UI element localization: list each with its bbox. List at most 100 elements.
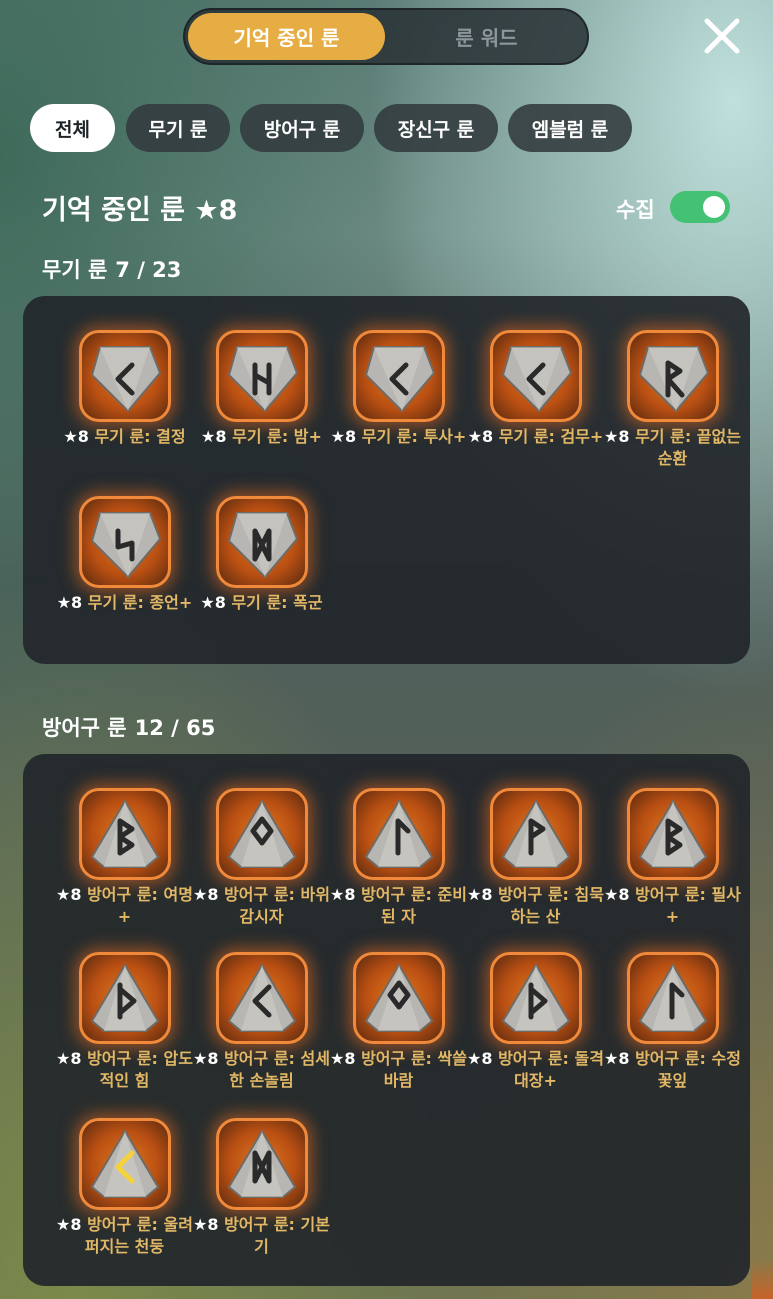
rune-name: 방어구 룬: 침묵하는 산 bbox=[492, 885, 604, 926]
filter-weapon[interactable]: 무기 룬 bbox=[126, 104, 230, 152]
rune-star-grade: ★8 bbox=[201, 427, 227, 446]
filter-emblem[interactable]: 엠블럼 룬 bbox=[508, 104, 632, 152]
rune-label: ★8 무기 룬: 폭군 bbox=[193, 592, 330, 614]
rune-name: 방어구 룬: 수정 꽃잎 bbox=[629, 1049, 741, 1090]
filter-armor[interactable]: 방어구 룬 bbox=[240, 104, 364, 152]
corner-decoration bbox=[751, 1259, 773, 1299]
rune-star-grade: ★8 bbox=[200, 593, 226, 612]
armor-rune-card[interactable]: ★8 방어구 룬: 바위 감시자 bbox=[193, 788, 330, 948]
rune-name: 무기 룬: 끝없는 순환 bbox=[629, 427, 741, 468]
weapon-rune-card[interactable]: ★8 무기 룬: 밤+ bbox=[193, 330, 330, 490]
rune-label: ★8 무기 룬: 투사+ bbox=[330, 426, 467, 448]
rune-stone-icon bbox=[216, 1118, 308, 1210]
rune-star-grade: ★8 bbox=[604, 885, 630, 904]
armor-rune-card[interactable]: ★8 방어구 룬: 기본기 bbox=[193, 1118, 330, 1278]
page-title: 기억 중인 룬 ★8 bbox=[42, 195, 238, 226]
weapon-rune-card[interactable]: ★8 무기 룬: 종언+ bbox=[56, 496, 193, 656]
armor-rune-card[interactable]: ★8 방어구 룬: 침묵하는 산 bbox=[467, 788, 604, 948]
rune-label: ★8 방어구 룬: 섬세한 손놀림 bbox=[193, 1048, 330, 1092]
rune-stone-icon bbox=[79, 330, 171, 422]
rune-label: ★8 방어구 룬: 바위 감시자 bbox=[193, 884, 330, 928]
rune-label: ★8 무기 룬: 밤+ bbox=[193, 426, 330, 448]
rune-stone-icon bbox=[79, 952, 171, 1044]
rune-label: ★8 무기 룬: 끝없는 순환 bbox=[604, 426, 741, 470]
weapon-rune-card[interactable]: ★8 무기 룬: 결정 bbox=[56, 330, 193, 490]
rune-star-grade: ★8 bbox=[330, 427, 357, 446]
rune-stone-icon bbox=[490, 952, 582, 1044]
rune-name: 방어구 룬: 필사+ bbox=[629, 885, 741, 926]
rune-name: 무기 룬: 종언+ bbox=[82, 593, 193, 612]
toggle-knob bbox=[703, 196, 725, 218]
rune-stone-icon bbox=[490, 330, 582, 422]
armor-rune-card[interactable]: ★8 방어구 룬: 필사+ bbox=[604, 788, 741, 948]
armor-rune-card[interactable]: ★8 방어구 룬: 섬세한 손놀림 bbox=[193, 952, 330, 1112]
weapon-rune-grid: ★8 무기 룬: 결정 ★8 무기 룬: 밤+ ★8 무기 룬: 투사+ ★8 무기 … bbox=[23, 296, 750, 664]
rune-name: 방어구 룬: 압도적인 힘 bbox=[81, 1049, 193, 1090]
weapon-rune-panel: ★8 무기 룬: 결정 ★8 무기 룬: 밤+ ★8 무기 룬: 투사+ ★8 무기 … bbox=[23, 296, 750, 664]
armor-rune-card[interactable]: ★8 방어구 룬: 울려퍼지는 천둥 bbox=[56, 1118, 193, 1278]
weapon-rune-title: 무기 룬 bbox=[42, 258, 108, 282]
armor-rune-grid: ★8 방어구 룬: 여명+ ★8 방어구 룬: 바위 감시자 ★8 방어구 룬: 준… bbox=[23, 754, 750, 1286]
rune-label: ★8 방어구 룬: 수정 꽃잎 bbox=[604, 1048, 741, 1092]
armor-rune-card[interactable]: ★8 방어구 룬: 준비된 자 bbox=[330, 788, 467, 948]
rune-label: ★8 방어구 룬: 돌격대장+ bbox=[467, 1048, 604, 1092]
rune-stone-icon bbox=[627, 788, 719, 880]
rune-star-grade: ★8 bbox=[56, 593, 83, 612]
rune-label: ★8 방어구 룬: 싹쓸바람 bbox=[330, 1048, 467, 1092]
armor-rune-card[interactable]: ★8 방어구 룬: 여명+ bbox=[56, 788, 193, 948]
rune-name: 무기 룬: 폭군 bbox=[225, 593, 323, 612]
rune-name: 무기 룬: 밤+ bbox=[226, 427, 322, 446]
rune-star-grade: ★8 bbox=[56, 1215, 82, 1234]
rune-stone-icon bbox=[79, 788, 171, 880]
armor-rune-card[interactable]: ★8 방어구 룬: 싹쓸바람 bbox=[330, 952, 467, 1112]
weapon-rune-card[interactable]: ★8 무기 룬: 폭군 bbox=[193, 496, 330, 656]
rune-name: 무기 룬: 투사+ bbox=[356, 427, 467, 446]
rune-name: 방어구 룬: 바위 감시자 bbox=[218, 885, 330, 926]
armor-rune-panel: ★8 방어구 룬: 여명+ ★8 방어구 룬: 바위 감시자 ★8 방어구 룬: 준… bbox=[23, 754, 750, 1286]
rune-name: 방어구 룬: 돌격대장+ bbox=[492, 1049, 604, 1090]
weapon-rune-card[interactable]: ★8 무기 룬: 검무+ bbox=[467, 330, 604, 490]
rune-label: ★8 무기 룬: 결정 bbox=[56, 426, 193, 448]
rune-star-grade: ★8 bbox=[56, 1049, 82, 1068]
rune-star-grade: ★8 bbox=[467, 1049, 493, 1068]
rune-label: ★8 방어구 룬: 여명+ bbox=[56, 884, 193, 928]
rune-stone-icon bbox=[627, 330, 719, 422]
rune-label: ★8 방어구 룬: 기본기 bbox=[193, 1214, 330, 1258]
rune-mode-tabs: 기억 중인 룬 룬 워드 bbox=[183, 8, 589, 65]
rune-star-grade: ★8 bbox=[63, 427, 89, 446]
filter-all[interactable]: 전체 bbox=[30, 104, 115, 152]
rune-label: ★8 방어구 룬: 필사+ bbox=[604, 884, 741, 928]
armor-rune-card[interactable]: ★8 방어구 룬: 돌격대장+ bbox=[467, 952, 604, 1112]
tab-remembered-runes[interactable]: 기억 중인 룬 bbox=[188, 13, 385, 60]
rune-stone-icon bbox=[216, 952, 308, 1044]
rune-star-grade: ★8 bbox=[604, 1049, 630, 1068]
rune-label: ★8 무기 룬: 종언+ bbox=[56, 592, 193, 614]
armor-rune-card[interactable]: ★8 방어구 룬: 수정 꽃잎 bbox=[604, 952, 741, 1112]
rune-name: 방어구 룬: 울려퍼지는 천둥 bbox=[81, 1215, 193, 1256]
filter-accessory[interactable]: 장신구 룬 bbox=[374, 104, 498, 152]
rune-stone-icon bbox=[353, 788, 445, 880]
rune-stone-icon bbox=[490, 788, 582, 880]
collect-label: 수집 bbox=[616, 198, 655, 222]
rune-stone-icon bbox=[216, 788, 308, 880]
tab-rune-words[interactable]: 룬 워드 bbox=[388, 13, 585, 60]
rune-star-grade: ★8 bbox=[604, 427, 630, 446]
weapon-rune-card[interactable]: ★8 무기 룬: 투사+ bbox=[330, 330, 467, 490]
rune-name: 방어구 룬: 여명+ bbox=[81, 885, 193, 926]
armor-rune-count: 12 / 65 bbox=[134, 716, 216, 740]
rune-label: ★8 무기 룬: 검무+ bbox=[467, 426, 604, 448]
rune-star-grade: ★8 bbox=[330, 885, 356, 904]
rune-label: ★8 방어구 룬: 압도적인 힘 bbox=[56, 1048, 193, 1092]
rune-stone-icon bbox=[353, 330, 445, 422]
collect-toggle[interactable] bbox=[670, 191, 730, 223]
rune-label: ★8 방어구 룬: 준비된 자 bbox=[330, 884, 467, 928]
rune-label: ★8 방어구 룬: 울려퍼지는 천둥 bbox=[56, 1214, 193, 1258]
rune-name: 방어구 룬: 싹쓸바람 bbox=[355, 1049, 467, 1090]
rune-star-grade: ★8 bbox=[467, 427, 494, 446]
close-icon[interactable] bbox=[700, 14, 744, 58]
rune-stone-icon bbox=[79, 496, 171, 588]
rune-name: 방어구 룬: 준비된 자 bbox=[355, 885, 467, 926]
weapon-rune-heading: 무기 룬 7 / 23 bbox=[42, 254, 181, 284]
armor-rune-card[interactable]: ★8 방어구 룬: 압도적인 힘 bbox=[56, 952, 193, 1112]
weapon-rune-card[interactable]: ★8 무기 룬: 끝없는 순환 bbox=[604, 330, 741, 490]
